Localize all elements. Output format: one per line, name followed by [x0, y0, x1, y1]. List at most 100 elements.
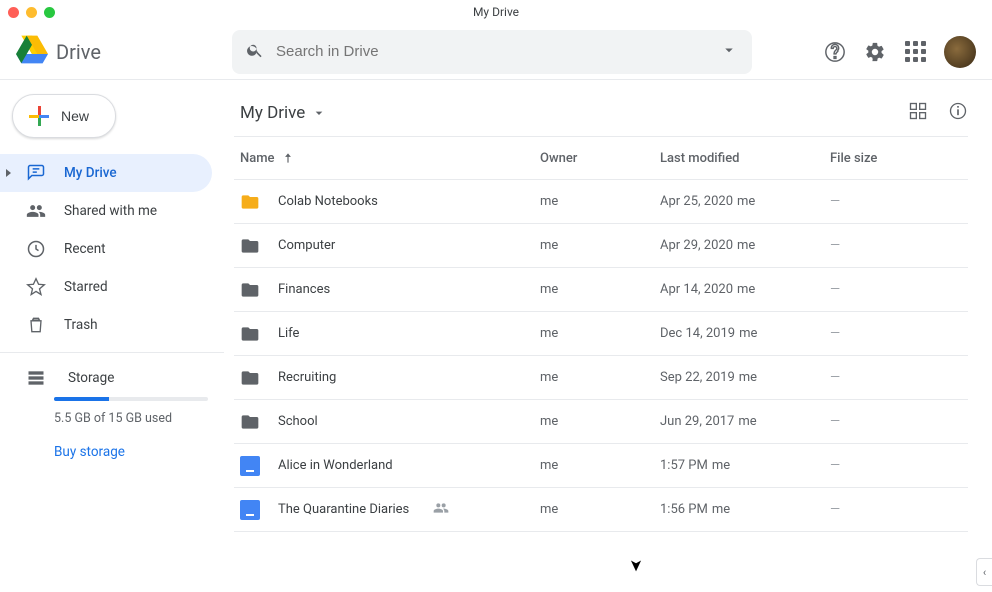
google-doc-icon: [240, 500, 260, 520]
file-name: Alice in Wonderland: [278, 458, 393, 473]
buy-storage-link[interactable]: Buy storage: [54, 444, 208, 460]
folder-icon: [240, 192, 260, 212]
storage-usage-text: 5.5 GB of 15 GB used: [54, 411, 208, 426]
sidebar-item-label: Recent: [64, 241, 106, 257]
file-owner: me: [540, 458, 660, 473]
file-modified: 1:57 PMme: [660, 458, 830, 473]
file-table: Name Owner Last modified File size Colab…: [234, 136, 968, 532]
file-owner: me: [540, 194, 660, 209]
sidebar-item-shared-with-me[interactable]: Shared with me: [0, 192, 212, 230]
folder-icon: [240, 412, 260, 432]
folder-icon: [240, 280, 260, 300]
table-row[interactable]: Life me Dec 14, 2019me —: [234, 312, 968, 356]
storage-progress: [54, 397, 208, 401]
sidebar-item-recent[interactable]: Recent: [0, 230, 212, 268]
file-modified: 1:56 PMme: [660, 502, 830, 517]
sidebar-item-label: Shared with me: [64, 203, 157, 219]
file-size: —: [830, 370, 930, 385]
file-size: —: [830, 458, 930, 473]
file-modified: Sep 22, 2019me: [660, 370, 830, 385]
path-title-label: My Drive: [240, 103, 305, 123]
main-content: My Drive Name Owner Last modified File s…: [224, 80, 992, 592]
sidebar-item-starred[interactable]: Starred: [0, 268, 212, 306]
shared-icon: [26, 201, 46, 221]
file-name: Recruiting: [278, 370, 336, 385]
drive-logo-icon: [16, 34, 48, 70]
file-name: Colab Notebooks: [278, 194, 378, 209]
file-modified: Dec 14, 2019me: [660, 326, 830, 341]
mac-titlebar: My Drive: [0, 0, 992, 24]
file-modified: Apr 14, 2020me: [660, 282, 830, 297]
file-size: —: [830, 238, 930, 253]
account-avatar[interactable]: [944, 36, 976, 68]
file-modified: Jun 29, 2017me: [660, 414, 830, 429]
sort-arrow-up-icon: [281, 151, 295, 165]
sidebar-item-label: My Drive: [64, 165, 117, 181]
table-header: Name Owner Last modified File size: [234, 136, 968, 180]
sidebar-item-label: Trash: [64, 317, 98, 333]
file-size: —: [830, 502, 930, 517]
file-owner: me: [540, 502, 660, 517]
column-header-size[interactable]: File size: [830, 151, 930, 166]
file-modified: Apr 29, 2020me: [660, 238, 830, 253]
file-owner: me: [540, 326, 660, 341]
file-name: The Quarantine Diaries: [278, 502, 409, 517]
product-name: Drive: [56, 40, 101, 64]
search-options-dropdown-icon[interactable]: [720, 41, 738, 63]
shared-indicator-icon: [433, 500, 449, 520]
table-row[interactable]: The Quarantine Diaries me 1:56 PMme —: [234, 488, 968, 532]
table-row[interactable]: Computer me Apr 29, 2020me —: [234, 224, 968, 268]
logo-block[interactable]: Drive: [16, 34, 224, 70]
expand-triangle-icon[interactable]: [6, 169, 11, 177]
storage-label: Storage: [68, 370, 114, 386]
new-button[interactable]: New: [12, 94, 116, 138]
apps-grid-icon[interactable]: [904, 41, 926, 63]
plus-icon: [29, 106, 49, 126]
sidebar-item-storage[interactable]: Storage: [26, 361, 208, 395]
file-name: Computer: [278, 238, 335, 253]
grid-view-icon[interactable]: [908, 101, 928, 125]
file-size: —: [830, 282, 930, 297]
table-row[interactable]: Colab Notebooks me Apr 25, 2020me —: [234, 180, 968, 224]
new-button-label: New: [61, 108, 89, 124]
file-name: School: [278, 414, 318, 429]
google-doc-icon: [240, 456, 260, 476]
file-name: Life: [278, 326, 299, 341]
sidebar-item-trash[interactable]: Trash: [0, 306, 212, 344]
folder-icon: [240, 236, 260, 256]
table-row[interactable]: Finances me Apr 14, 2020me —: [234, 268, 968, 312]
search-icon: [246, 41, 264, 63]
star-icon: [26, 277, 46, 297]
search-bar[interactable]: [232, 30, 752, 74]
search-input[interactable]: [276, 43, 708, 60]
clock-icon: [26, 239, 46, 259]
support-icon[interactable]: [824, 41, 846, 63]
sidebar-divider: [0, 352, 224, 353]
trash-icon: [26, 315, 46, 335]
file-name: Finances: [278, 282, 330, 297]
table-row[interactable]: Alice in Wonderland me 1:57 PMme —: [234, 444, 968, 488]
column-header-modified[interactable]: Last modified: [660, 151, 830, 166]
column-header-owner[interactable]: Owner: [540, 151, 660, 166]
breadcrumb-my-drive[interactable]: My Drive: [240, 103, 327, 123]
sidebar: New My Drive Shared with me Recent Starr…: [0, 80, 224, 592]
file-size: —: [830, 326, 930, 341]
sidebar-item-label: Starred: [64, 279, 108, 295]
folder-icon: [240, 368, 260, 388]
settings-gear-icon[interactable]: [864, 41, 886, 63]
file-owner: me: [540, 414, 660, 429]
file-owner: me: [540, 282, 660, 297]
folder-icon: [240, 324, 260, 344]
mouse-cursor-icon: ➤: [627, 559, 646, 572]
file-modified: Apr 25, 2020me: [660, 194, 830, 209]
column-header-name[interactable]: Name: [240, 151, 540, 166]
file-owner: me: [540, 238, 660, 253]
table-row[interactable]: Recruiting me Sep 22, 2019me —: [234, 356, 968, 400]
app-header: Drive: [0, 24, 992, 80]
sidebar-item-my-drive[interactable]: My Drive: [0, 154, 212, 192]
storage-icon: [26, 368, 46, 388]
table-row[interactable]: School me Jun 29, 2017me —: [234, 400, 968, 444]
side-panel-expand-button[interactable]: ‹: [976, 558, 992, 586]
details-info-icon[interactable]: [948, 101, 968, 125]
file-size: —: [830, 194, 930, 209]
